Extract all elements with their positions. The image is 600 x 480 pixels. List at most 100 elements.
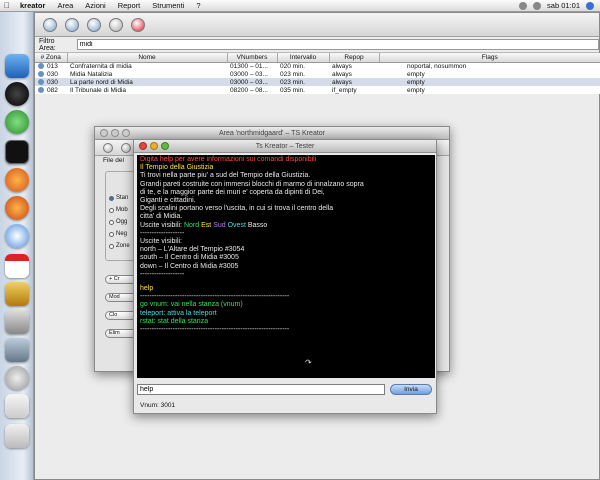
- radio-icon: [109, 207, 114, 213]
- cell-intervallo: 035 min.: [280, 86, 305, 94]
- resize-grip-icon[interactable]: [428, 405, 436, 413]
- mud-icon[interactable]: [5, 282, 29, 306]
- zoom-icon[interactable]: [161, 142, 169, 150]
- firefox-icon[interactable]: [5, 168, 29, 192]
- terminal-icon[interactable]: [5, 140, 29, 164]
- zone-icon: [38, 70, 44, 77]
- trash-icon[interactable]: [5, 424, 29, 448]
- clock[interactable]: sab 01:01: [547, 1, 580, 10]
- dock: [0, 12, 34, 480]
- send-button[interactable]: Invia: [390, 384, 432, 395]
- area-tool-icon[interactable]: [103, 142, 113, 153]
- exit-sud: Sud: [213, 221, 226, 229]
- cell-vnumbers: 08200 – 08...: [230, 86, 268, 94]
- console-line: Il Tempio della Giustizia: [140, 164, 214, 172]
- finder-icon[interactable]: [5, 54, 29, 78]
- application-icon[interactable]: [5, 366, 29, 390]
- menu-azioni[interactable]: Azioni: [79, 1, 111, 10]
- cell-nome: Confraternita di midia: [70, 62, 132, 70]
- toolbar: [35, 13, 599, 37]
- cell-flags: empty: [407, 70, 425, 78]
- table-row-selected[interactable]: 030 La parte nord di Midia 03000 – 03...…: [35, 78, 600, 86]
- filter-input[interactable]: [76, 39, 599, 50]
- exit-basso: Basso: [247, 221, 268, 229]
- tools-icon[interactable]: [109, 17, 123, 32]
- zoom-icon[interactable]: [122, 129, 130, 137]
- command-input[interactable]: [137, 384, 385, 395]
- filter-bar: Filtro Area:: [35, 37, 599, 53]
- documents-icon[interactable]: [5, 394, 29, 418]
- table-row[interactable]: 082 Il Tribunale di Midia 08200 – 08... …: [35, 86, 600, 94]
- firefox-alt-icon[interactable]: [5, 196, 29, 220]
- cell-vnumbers: 01300 – 01...: [230, 62, 268, 70]
- menu-strumenti[interactable]: Strumenti: [146, 1, 190, 10]
- battery-icon[interactable]: [533, 1, 542, 10]
- apple-icon[interactable]: : [0, 1, 14, 10]
- area-tab[interactable]: File del: [103, 157, 124, 164]
- radio-icon: [109, 219, 114, 225]
- col-intervallo[interactable]: Intervallo: [277, 53, 330, 63]
- tester-console[interactable]: Digita help per avere informazioni sui c…: [137, 155, 435, 378]
- zone-icon: [38, 78, 44, 85]
- radio-mob[interactable]: Mob: [109, 207, 128, 213]
- volume-icon[interactable]: [519, 1, 528, 10]
- window-controls: [100, 129, 130, 137]
- menu-help[interactable]: ?: [190, 1, 206, 10]
- minimize-icon[interactable]: [111, 129, 119, 137]
- menu-area[interactable]: Area: [51, 1, 79, 10]
- col-zona[interactable]: # Zona: [35, 53, 68, 63]
- menubar:  kreator Area Azioni Report Strumenti ?…: [0, 0, 600, 12]
- table-row[interactable]: 013 Confraternita di midia 01300 – 01...…: [35, 62, 600, 70]
- stop-icon[interactable]: [131, 17, 145, 32]
- area-tool2-icon[interactable]: [121, 142, 131, 153]
- console-line: Degli scalini portano verso l'uscita, in…: [140, 205, 334, 213]
- table-header: # Zona Nome VNumbers Intervallo Repop Fl…: [35, 53, 600, 63]
- adium-icon[interactable]: [5, 110, 29, 134]
- menu-app[interactable]: kreator: [14, 1, 51, 10]
- cell-vnumbers: 03000 – 03...: [230, 70, 268, 78]
- reload-icon[interactable]: [87, 17, 101, 32]
- cell-nome: La parte nord di Midia: [67, 78, 227, 86]
- console-line: rstat: stat della stanza: [140, 317, 209, 325]
- col-repop[interactable]: Repop: [329, 53, 380, 63]
- radio-icon: [109, 243, 114, 249]
- console-line: -------------------: [140, 229, 185, 237]
- menubar-status: sab 01:01: [519, 1, 600, 10]
- menu-report[interactable]: Report: [112, 1, 147, 10]
- cell-zona: 013: [35, 62, 67, 70]
- col-vnumbers[interactable]: VNumbers: [227, 53, 278, 63]
- dashboard-icon[interactable]: [5, 82, 29, 106]
- table-row[interactable]: 030 Midia Natalizia 03000 – 03... 023 mi…: [35, 70, 600, 78]
- spotlight-icon[interactable]: [586, 1, 594, 10]
- close-icon[interactable]: [139, 142, 147, 150]
- console-line: di te, e la maggior parte dei muri e' co…: [140, 188, 325, 196]
- tester-titlebar[interactable]: Ts Kreator – Tester: [134, 140, 436, 153]
- exit-ovest: Ovest: [227, 221, 246, 229]
- col-nome[interactable]: Nome: [67, 53, 228, 63]
- system-preferences-icon[interactable]: [5, 310, 29, 334]
- radio-stanze[interactable]: Stan: [109, 195, 128, 201]
- console-line: -------------------: [140, 270, 185, 278]
- cell-intervallo: 023 min.: [280, 70, 305, 78]
- radio-negozi[interactable]: Neg: [109, 231, 127, 237]
- new-area-icon[interactable]: [43, 17, 57, 32]
- safari-icon[interactable]: [5, 224, 29, 248]
- radio-zone[interactable]: Zone: [109, 243, 130, 249]
- console-line: citta' di Midia.: [140, 213, 183, 221]
- console-exits: Uscite visibili: Nord Est Sud Ovest Bass…: [140, 221, 268, 229]
- cell-zona: 030: [35, 70, 67, 78]
- minimize-icon[interactable]: [150, 142, 158, 150]
- console-line: Uscite visibili:: [140, 238, 183, 246]
- mail-icon[interactable]: [5, 338, 29, 362]
- radio-oggetti[interactable]: Ogg: [109, 219, 127, 225]
- filter-label: Filtro Area:: [39, 37, 56, 52]
- cell-vnumbers: 03000 – 03...: [227, 78, 277, 86]
- open-area-icon[interactable]: [65, 17, 79, 32]
- close-icon[interactable]: [100, 129, 108, 137]
- ical-icon[interactable]: [5, 254, 29, 278]
- console-line: north – L'Altare del Tempio #3054: [140, 246, 245, 254]
- radio-icon: [109, 195, 114, 201]
- col-flags[interactable]: Flags: [379, 53, 600, 63]
- cell-zona: 082: [35, 86, 67, 94]
- console-line: Giganti e cittadini.: [140, 197, 196, 205]
